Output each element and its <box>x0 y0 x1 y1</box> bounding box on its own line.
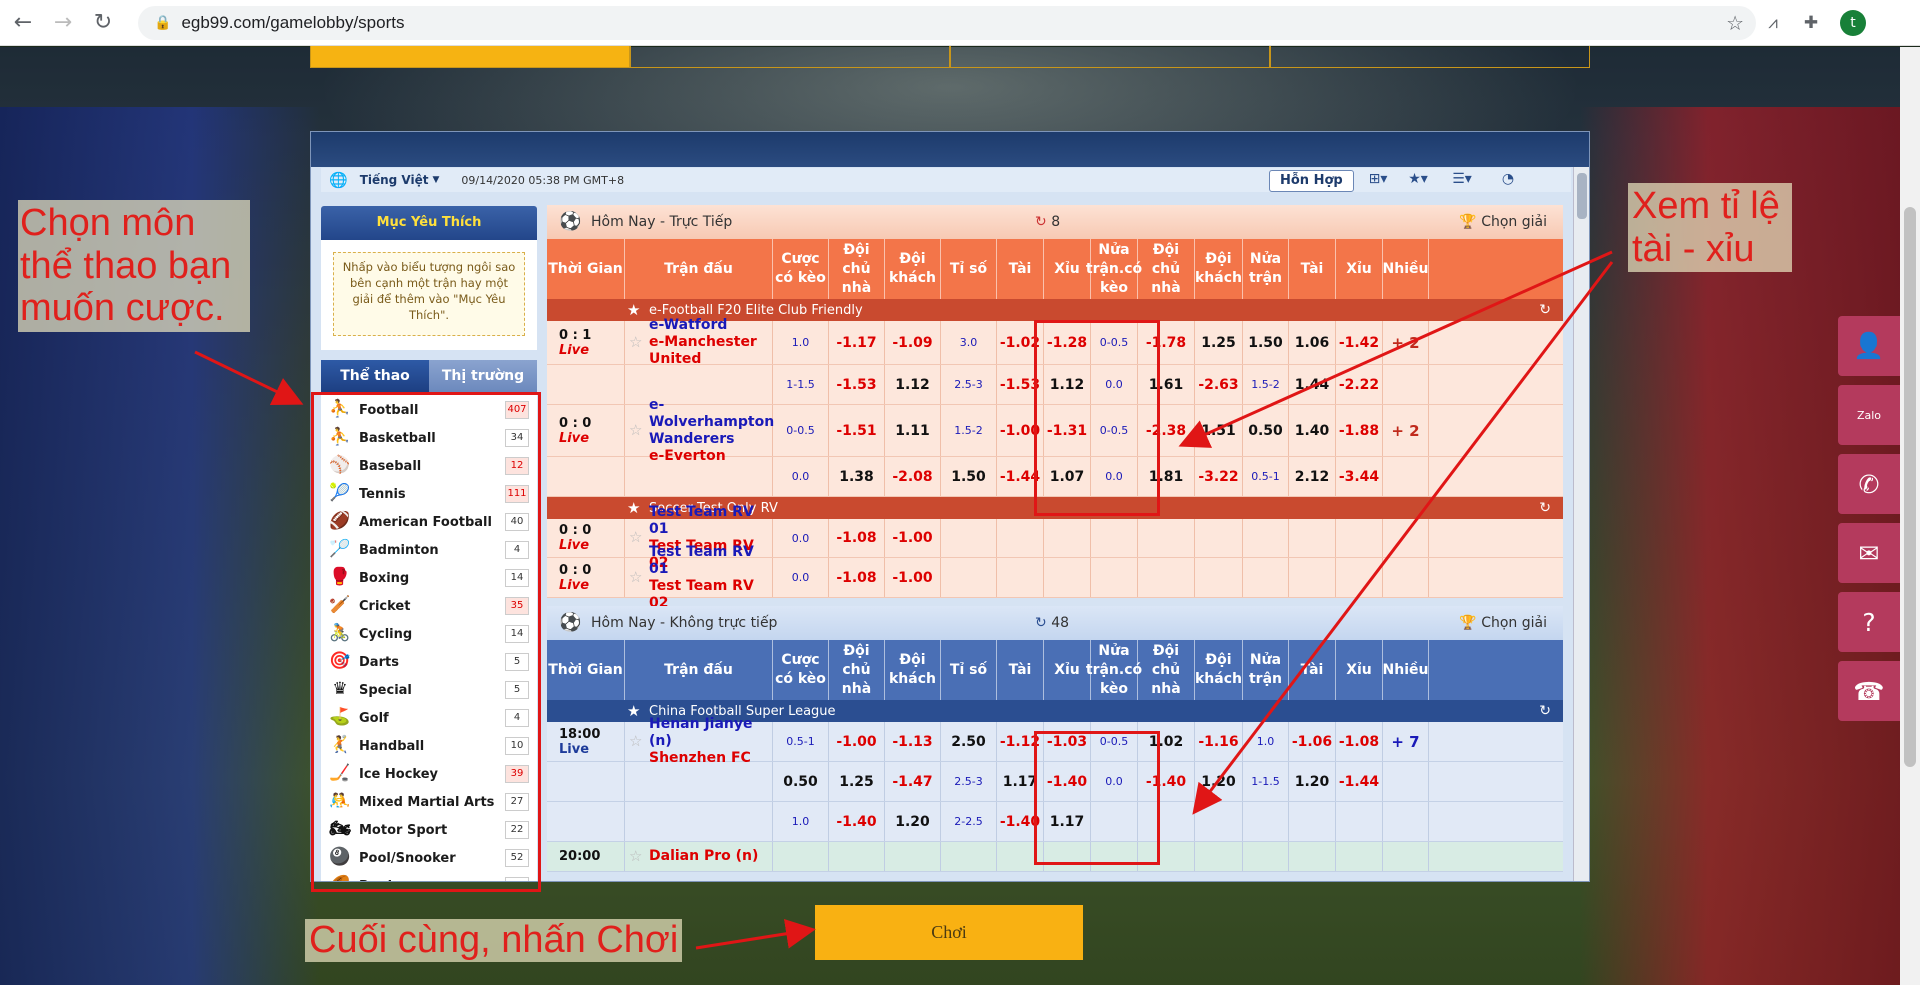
arrow-to-sports <box>194 350 304 406</box>
annotation-arrows <box>194 250 1614 950</box>
arrow-to-play-button <box>695 918 816 950</box>
